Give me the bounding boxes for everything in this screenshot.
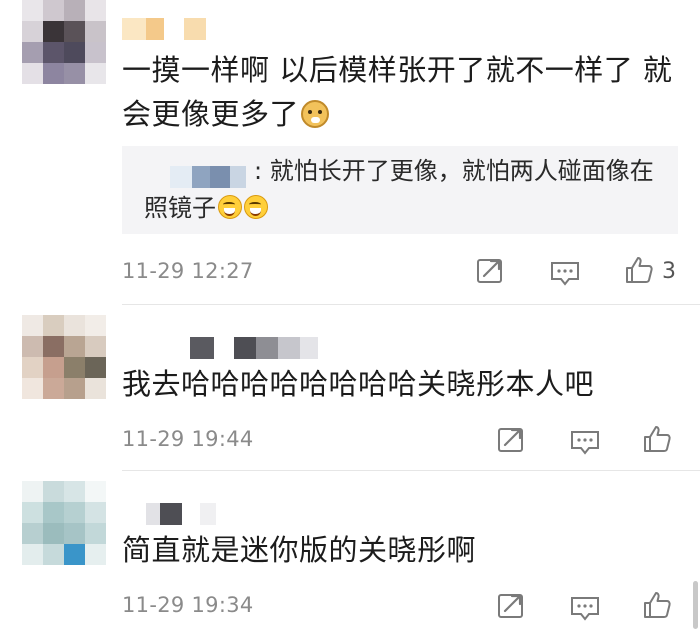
thumbs-up-icon [644, 426, 671, 452]
comment-text: 简直就是迷你版的关晓彤啊 [122, 533, 477, 567]
username[interactable] [122, 18, 206, 40]
username[interactable] [146, 503, 216, 525]
comment-text-body: 一摸一样啊 以后模样张开了就不一样了 就会更像更多了 [122, 53, 673, 131]
like-button[interactable] [642, 424, 672, 454]
share-icon [477, 259, 502, 283]
avatar[interactable] [22, 481, 106, 565]
timestamp: 11-29 19:44 [122, 427, 254, 451]
reply-prefix: : [254, 157, 270, 185]
avatar[interactable] [22, 0, 106, 84]
share-button[interactable] [496, 425, 526, 455]
thumbs-up-icon [626, 257, 653, 283]
laugh-tears-emoji-icon [244, 195, 268, 219]
timestamp: 11-29 19:34 [122, 593, 254, 617]
share-icon [498, 428, 523, 452]
reply-text: : 就怕长开了更像，就怕两人碰面像在照镜子 [144, 153, 664, 227]
comment-text: 一摸一样啊 以后模样张开了就不一样了 就会更像更多了 [122, 48, 682, 136]
quoted-reply[interactable]: : 就怕长开了更像，就怕两人碰面像在照镜子 [122, 146, 678, 234]
reply-button[interactable] [550, 258, 580, 288]
comment-item-3: 简直就是迷你版的关晓彤啊 11-29 19:34 [0, 471, 700, 629]
doge-emoji-icon [301, 100, 330, 128]
reply-button[interactable] [570, 427, 600, 457]
comment-item-1: 一摸一样啊 以后模样张开了就不一样了 就会更像更多了 : 就怕长开了更像，就怕两… [0, 0, 700, 305]
avatar[interactable] [22, 315, 106, 399]
thumbs-up-icon [644, 592, 671, 618]
timestamp: 11-29 12:27 [122, 259, 254, 283]
like-count: 3 [662, 259, 676, 284]
comment-item-2: 我去哈哈哈哈哈哈哈哈关晓彤本人吧 11-29 19:44 [0, 305, 700, 471]
username[interactable] [190, 337, 318, 359]
reply-button[interactable] [570, 593, 600, 623]
comment-icon [571, 597, 599, 621]
share-button[interactable] [475, 256, 505, 286]
share-button[interactable] [496, 591, 526, 621]
scrollbar[interactable] [693, 581, 698, 629]
comment-icon [551, 262, 579, 286]
comment-text: 我去哈哈哈哈哈哈哈哈关晓彤本人吧 [122, 367, 595, 401]
like-button[interactable] [642, 590, 672, 620]
comment-icon [571, 431, 599, 455]
laugh-tears-emoji-icon [218, 195, 242, 219]
share-icon [498, 594, 523, 618]
like-button[interactable] [624, 255, 654, 285]
